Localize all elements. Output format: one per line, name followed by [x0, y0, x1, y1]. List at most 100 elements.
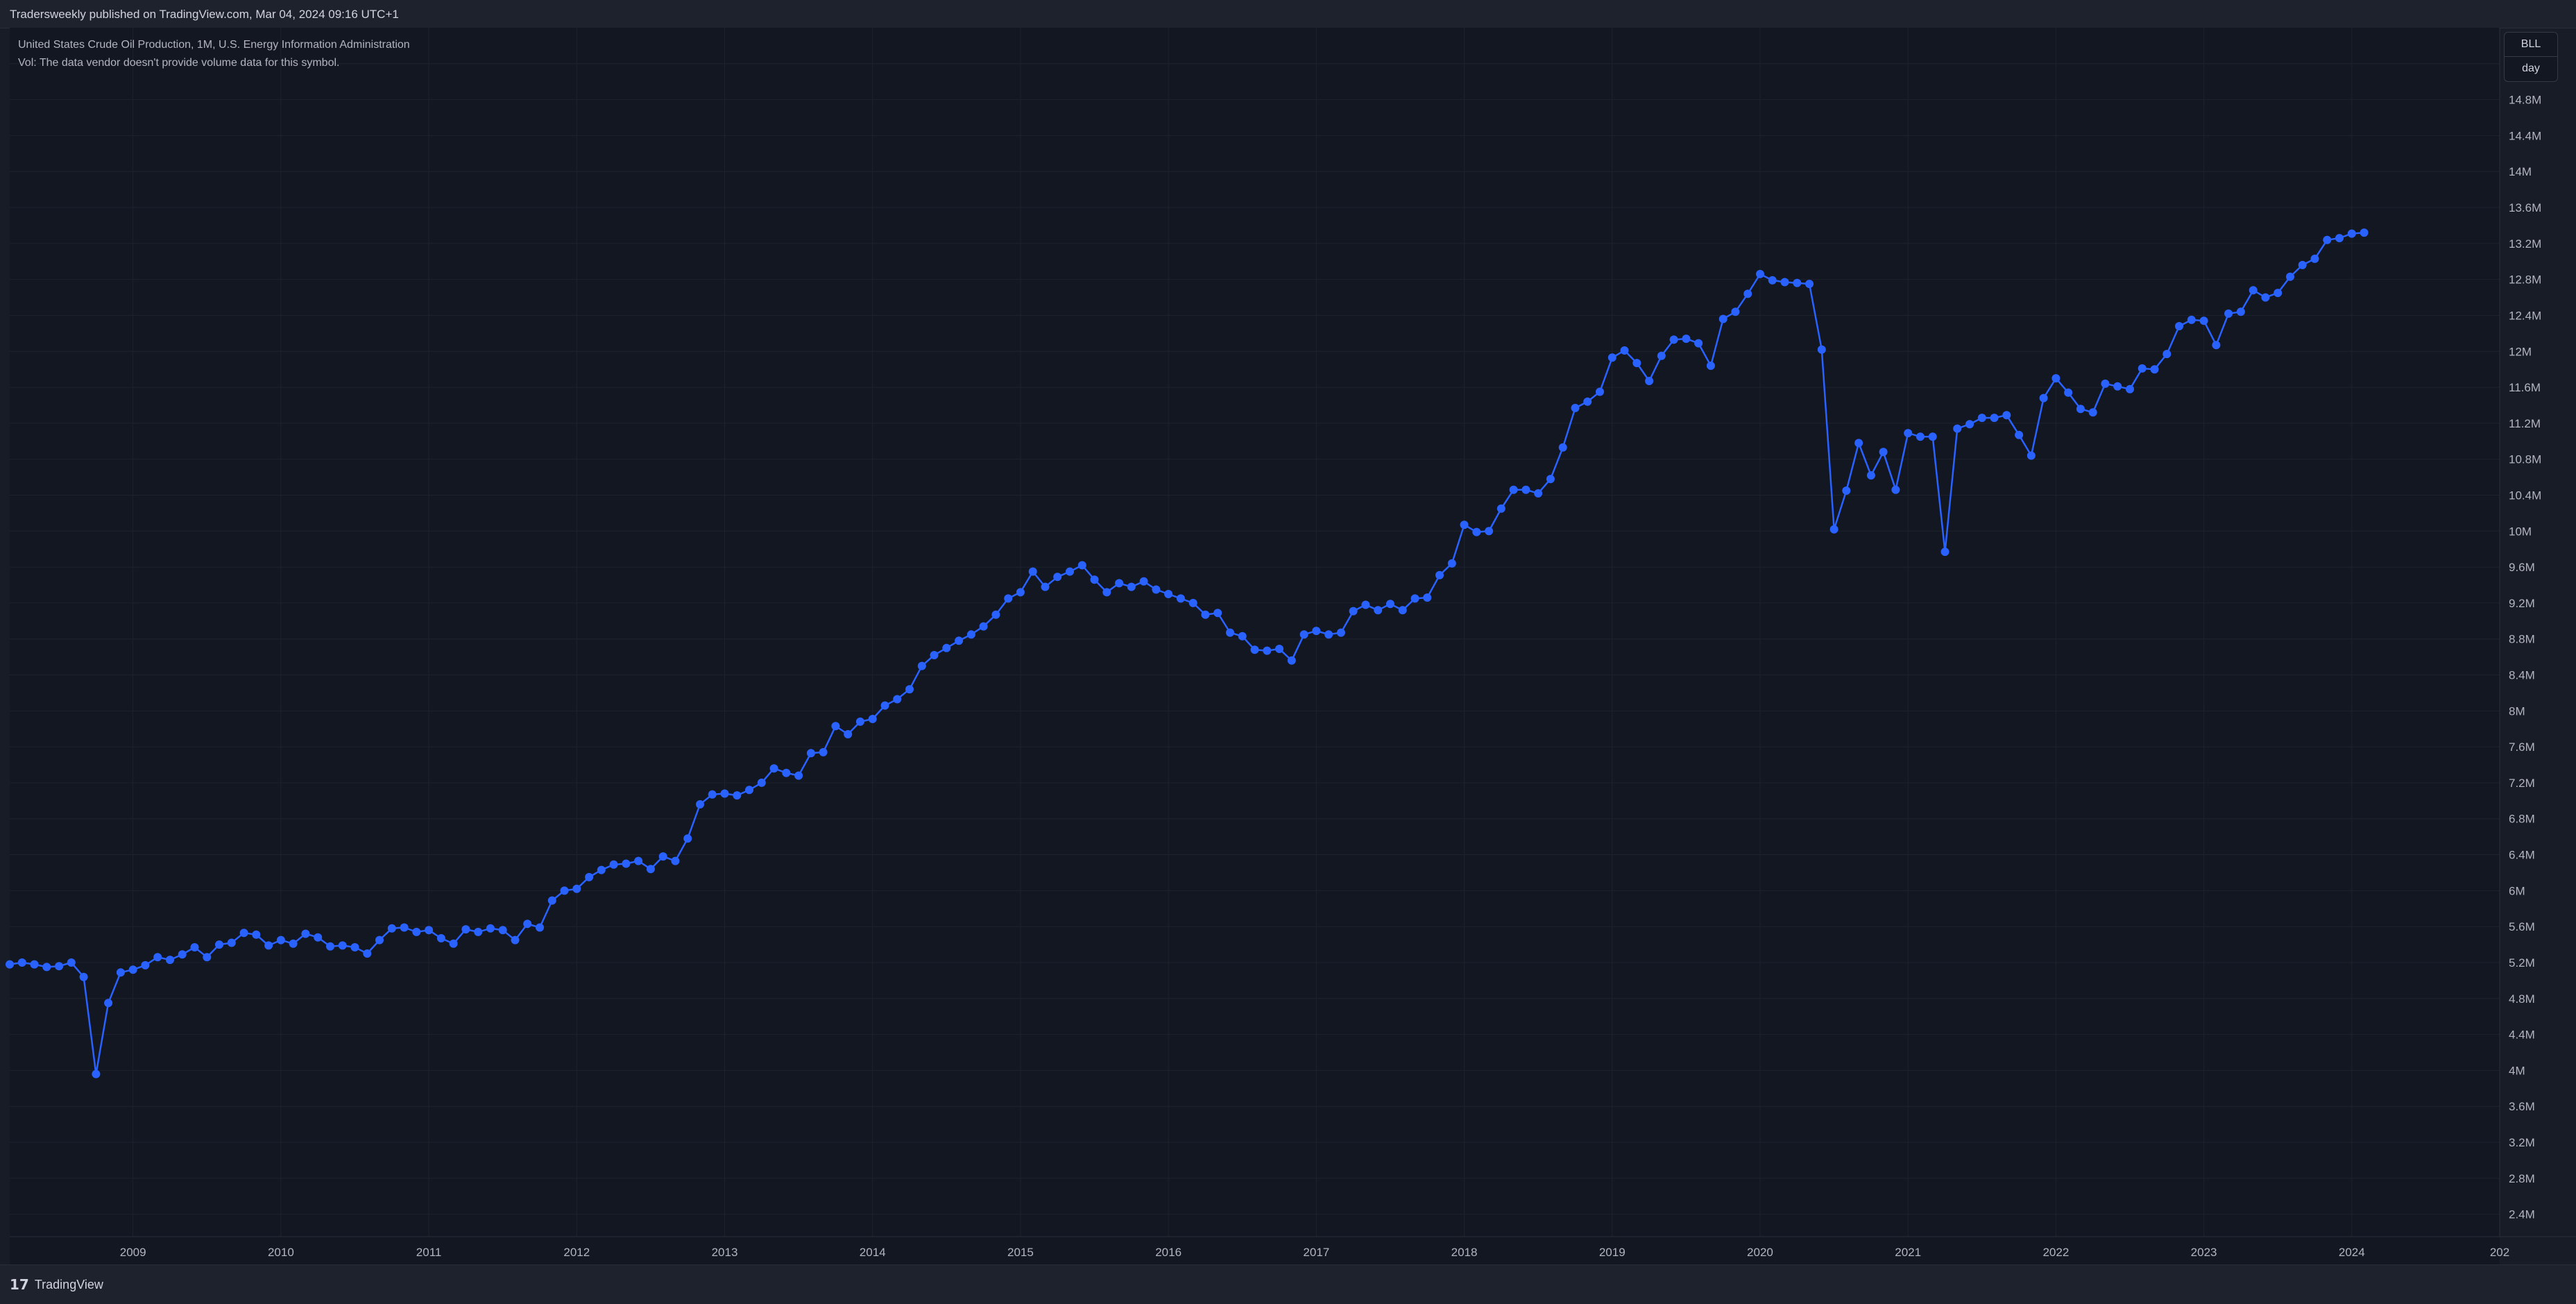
data-point	[2323, 235, 2332, 244]
y-tick-label: 14.4M	[2509, 129, 2541, 142]
data-point	[1879, 448, 1888, 457]
unit-badge[interactable]: BLL day	[2504, 32, 2558, 82]
data-point	[1928, 432, 1937, 441]
data-point	[1904, 429, 1913, 438]
data-point	[1990, 414, 1999, 423]
data-point	[1324, 630, 1333, 639]
data-point	[819, 747, 828, 756]
data-point	[658, 852, 667, 861]
data-point	[536, 923, 544, 932]
data-point	[547, 896, 556, 905]
data-point	[1534, 489, 1543, 498]
data-point	[1916, 432, 1925, 441]
y-tick-label: 14.8M	[2509, 94, 2541, 107]
data-point	[1312, 627, 1321, 636]
data-point	[2175, 322, 2183, 330]
tradingview-brand[interactable]: 17 TradingView	[10, 1276, 103, 1293]
data-point	[1817, 345, 1826, 354]
data-point	[560, 886, 569, 895]
data-point	[1546, 475, 1555, 484]
data-point	[2150, 365, 2159, 374]
data-point	[1423, 593, 1432, 602]
data-point	[1374, 606, 1383, 615]
data-point	[1866, 471, 1875, 480]
data-point	[1460, 520, 1469, 530]
data-point	[1164, 590, 1173, 598]
data-point	[991, 610, 1000, 619]
data-point	[1176, 594, 1185, 603]
data-point	[289, 939, 298, 948]
data-point	[1472, 527, 1481, 536]
y-tick-label: 7.2M	[2509, 777, 2535, 790]
data-point	[1829, 525, 1839, 534]
data-point	[1496, 504, 1505, 513]
data-point	[572, 884, 581, 893]
data-point	[609, 860, 618, 869]
y-tick-label: 14M	[2509, 165, 2532, 178]
data-point	[2002, 411, 2011, 420]
y-tick-label: 7.6M	[2509, 740, 2535, 754]
data-point	[1842, 486, 1851, 495]
y-tick-label: 6.4M	[2509, 849, 2535, 862]
data-point	[622, 859, 631, 868]
data-point	[2310, 254, 2319, 263]
y-tick-label: 13.6M	[2509, 201, 2541, 214]
data-point	[2039, 393, 2048, 403]
price-chart[interactable]: 2.4M 2.8M 3.2M 3.6M 4M 4.4M 4.8M 5.2M 5.6M 6M 6.4M…	[0, 0, 2576, 1303]
data-point	[1953, 424, 1962, 433]
y-tick-label: 2.4M	[2509, 1208, 2535, 1221]
data-point	[2261, 293, 2270, 302]
y-tick-label: 10M	[2509, 525, 2532, 538]
x-tick-label: 2016	[1155, 1246, 1182, 1259]
data-point	[178, 950, 187, 959]
data-point	[2335, 234, 2344, 243]
data-point	[1385, 600, 1394, 609]
data-point	[966, 630, 975, 639]
x-tick-label: 2021	[1895, 1246, 1921, 1259]
data-point	[141, 960, 150, 969]
data-point	[523, 920, 532, 929]
data-point	[203, 953, 212, 962]
data-point	[1596, 387, 1604, 396]
data-point	[350, 943, 359, 951]
data-point	[1657, 351, 1666, 360]
data-point	[1263, 646, 1272, 655]
data-point	[2249, 286, 2258, 295]
data-point	[2360, 228, 2369, 237]
series	[6, 228, 2369, 1078]
y-tick-label: 4.8M	[2509, 992, 2535, 1006]
data-point	[55, 962, 64, 971]
data-point	[646, 865, 655, 874]
data-point	[1485, 527, 1494, 536]
data-point	[2212, 341, 2221, 350]
data-point	[942, 643, 951, 652]
data-point	[1940, 548, 1950, 557]
data-point	[511, 935, 520, 945]
data-point	[461, 925, 470, 934]
data-point	[1066, 567, 1074, 576]
x-tick-label: 2013	[712, 1246, 738, 1259]
x-tick-label: 2018	[1451, 1246, 1478, 1259]
y-tick-label: 11.6M	[2509, 381, 2541, 394]
y-tick-label: 4M	[2509, 1064, 2525, 1077]
x-tick-label: 2023	[2191, 1246, 2217, 1259]
data-point	[474, 927, 483, 936]
y-tick-label: 10.4M	[2509, 489, 2541, 502]
data-point	[1435, 570, 1444, 579]
data-point	[92, 1069, 101, 1078]
data-point	[1521, 485, 1530, 494]
y-tick-label: 3.6M	[2509, 1100, 2535, 1113]
data-point	[2347, 229, 2356, 238]
data-point	[42, 963, 51, 972]
data-point	[917, 661, 926, 670]
data-point	[1077, 561, 1086, 570]
data-point	[733, 791, 742, 800]
data-point	[1188, 598, 1197, 607]
data-point	[486, 924, 495, 933]
data-point	[1115, 579, 1124, 588]
y-tick-label: 11.2M	[2509, 417, 2541, 430]
data-point	[425, 926, 434, 935]
y-axis: 2.4M 2.8M 3.2M 3.6M 4M 4.4M 4.8M 5.2M 5.6M 6M 6.4M…	[2499, 28, 2541, 1237]
data-point	[239, 929, 248, 938]
legend-volume-note: Vol: The data vendor doesn't provide vol…	[18, 57, 340, 69]
